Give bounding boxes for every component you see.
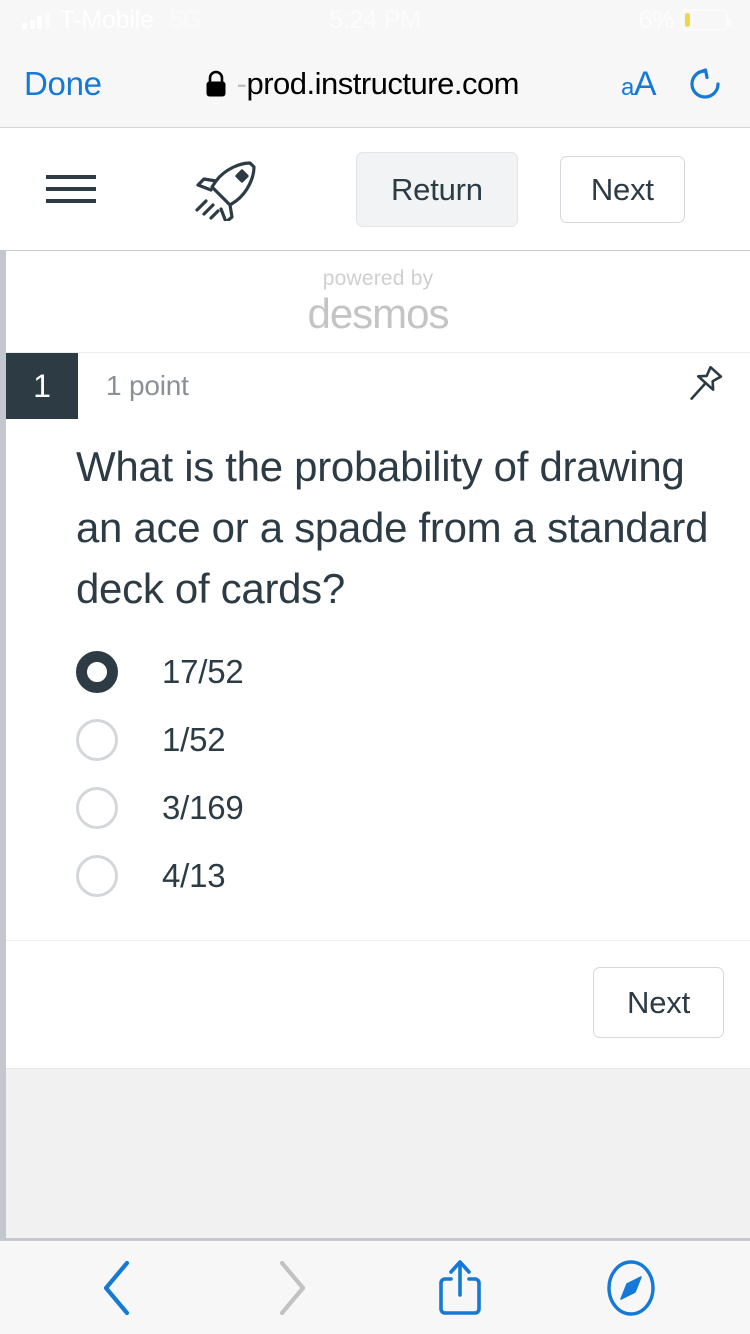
page-background-area [6, 1067, 750, 1218]
answer-choice-label-0: 17/52 [162, 652, 244, 690]
question-number-badge: 1 [6, 353, 78, 419]
radio-button-2[interactable] [76, 786, 118, 829]
next-button-top[interactable]: Next [559, 155, 685, 223]
battery-low-icon [681, 9, 731, 31]
answer-choice-0[interactable]: 17/52 [76, 638, 750, 706]
safari-compass-icon[interactable] [595, 1252, 667, 1324]
powered-by-label: powered by [322, 267, 434, 290]
url-prefix: - [236, 65, 247, 101]
question-footer: Next [6, 939, 750, 1068]
next-button-bottom[interactable]: Next [593, 966, 724, 1038]
radio-button-0[interactable] [76, 650, 118, 693]
pushpin-icon[interactable] [680, 359, 726, 414]
desmos-wordmark: desmos [307, 290, 449, 337]
web-content-viewport[interactable]: powered by desmos 1 1 point What is the … [0, 250, 750, 1240]
url-host: prod.instructure.com [246, 65, 520, 101]
answer-choice-1[interactable]: 1/52 [76, 706, 750, 774]
url-text: -prod.instructure.com [236, 65, 520, 102]
radio-button-3[interactable] [76, 854, 118, 897]
desmos-branding: powered by desmos [6, 251, 750, 353]
url-bar-actions: aA [621, 62, 726, 106]
forward-chevron-icon [254, 1252, 326, 1324]
battery-fill [685, 13, 691, 27]
reload-icon[interactable] [684, 62, 726, 106]
share-icon[interactable] [424, 1252, 496, 1324]
browser-bottom-toolbar [0, 1240, 750, 1334]
question-header: 1 1 point [6, 353, 750, 419]
status-bar: T-Mobile 5G 5:24 PM 6% [0, 0, 750, 40]
question-points-label: 1 point [106, 370, 189, 401]
rocket-icon[interactable] [192, 157, 260, 221]
lock-icon [206, 70, 226, 96]
viewport-bottom-border [6, 1238, 750, 1240]
quiz-page: powered by desmos 1 1 point What is the … [6, 251, 750, 1068]
iphone-screen: T-Mobile 5G 5:24 PM 6% Done -prod.instru… [0, 0, 750, 1334]
answer-choice-2[interactable]: 3/169 [76, 774, 750, 842]
question-text: What is the probability of drawing an ac… [76, 443, 709, 612]
clock-label: 5:24 PM [329, 5, 421, 34]
url-field[interactable]: -prod.instructure.com [108, 66, 615, 102]
answer-choice-label-2: 3/169 [162, 788, 244, 826]
answer-choice-label-3: 4/13 [162, 856, 226, 894]
hamburger-menu-icon[interactable] [44, 169, 98, 209]
quiz-toolbar: Return Next [0, 128, 750, 250]
answer-choices: 17/52 1/52 3/169 4/13 [6, 624, 750, 940]
back-chevron-icon[interactable] [83, 1252, 155, 1324]
return-button[interactable]: Return [356, 151, 518, 227]
answer-choice-label-1: 1/52 [162, 720, 226, 758]
answer-choice-3[interactable]: 4/13 [76, 842, 750, 910]
browser-url-bar: Done -prod.instructure.com aA [0, 40, 750, 128]
done-button[interactable]: Done [24, 65, 102, 103]
text-size-aa-icon[interactable]: aA [621, 67, 657, 101]
question-block: 1 1 point What is the probability of dra… [6, 353, 750, 1068]
radio-button-1[interactable] [76, 718, 118, 761]
